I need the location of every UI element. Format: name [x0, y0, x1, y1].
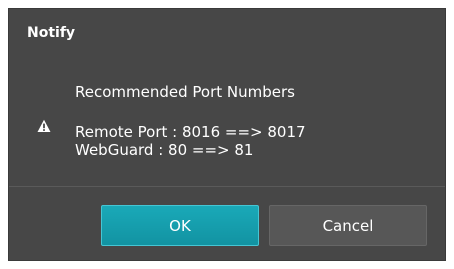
- message-heading: Recommended Port Numbers: [75, 83, 295, 101]
- dialog-title: Notify: [27, 25, 76, 41]
- cancel-button[interactable]: Cancel: [269, 205, 427, 246]
- warning-icon: [37, 119, 51, 132]
- divider: [9, 186, 445, 187]
- message-line-webguard: WebGuard : 80 ==> 81: [75, 141, 254, 159]
- notify-dialog: Notify Recommended Port Numbers Remote P…: [8, 8, 446, 261]
- message-line-remote-port: Remote Port : 8016 ==> 8017: [75, 123, 306, 141]
- ok-button[interactable]: OK: [101, 205, 259, 246]
